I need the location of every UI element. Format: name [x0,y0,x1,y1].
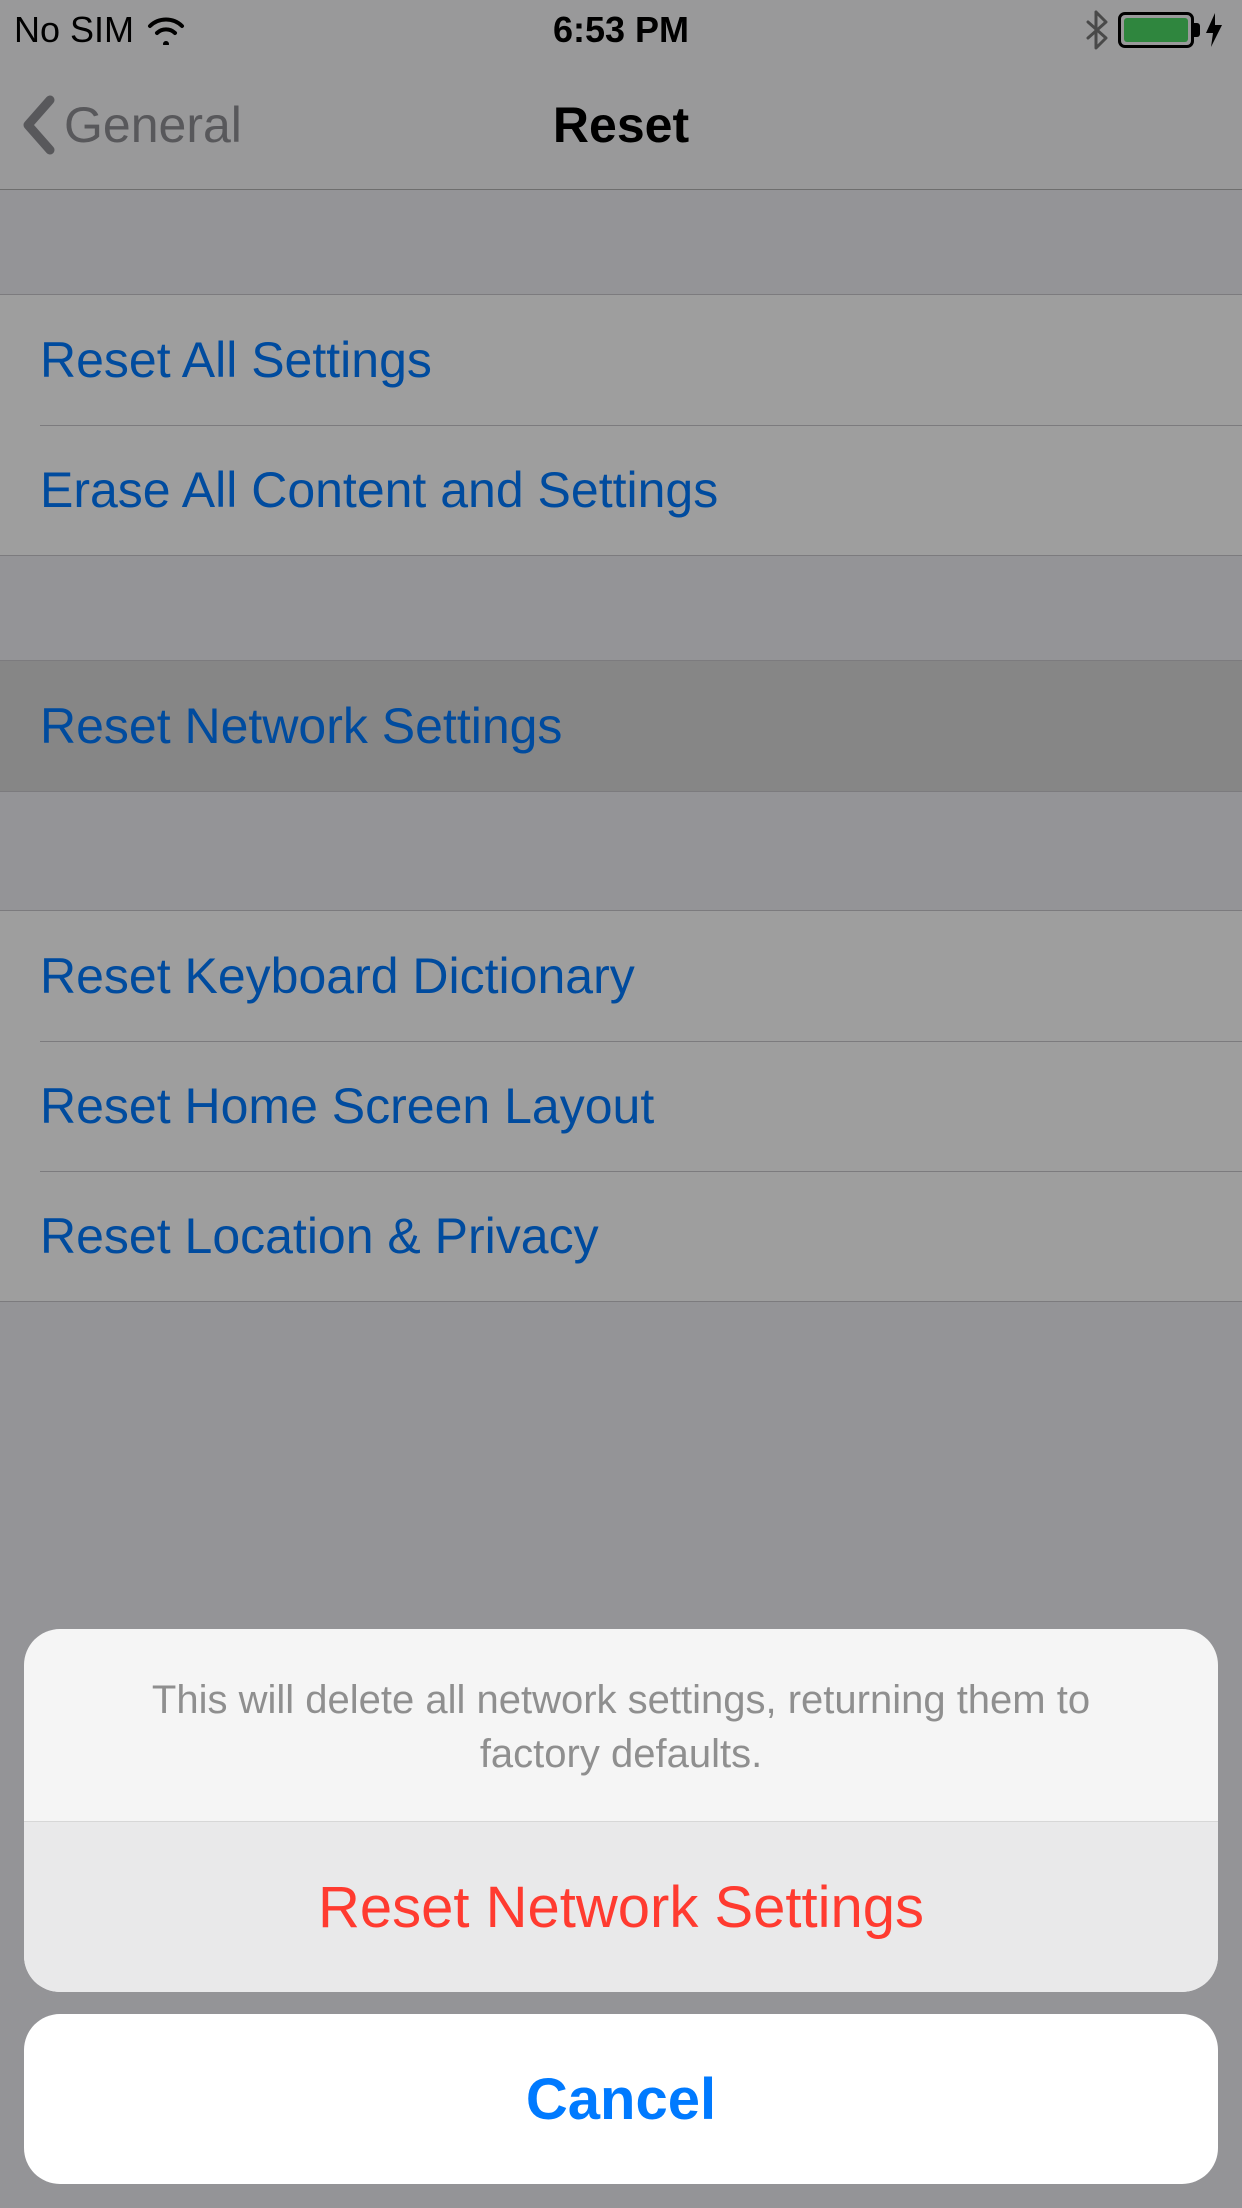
confirm-reset-network-button[interactable]: Reset Network Settings [24,1822,1218,1992]
cancel-button[interactable]: Cancel [24,2014,1218,2184]
action-sheet: This will delete all network settings, r… [0,1629,1242,2208]
action-sheet-message: This will delete all network settings, r… [24,1629,1218,1822]
action-sheet-group: This will delete all network settings, r… [24,1629,1218,1992]
